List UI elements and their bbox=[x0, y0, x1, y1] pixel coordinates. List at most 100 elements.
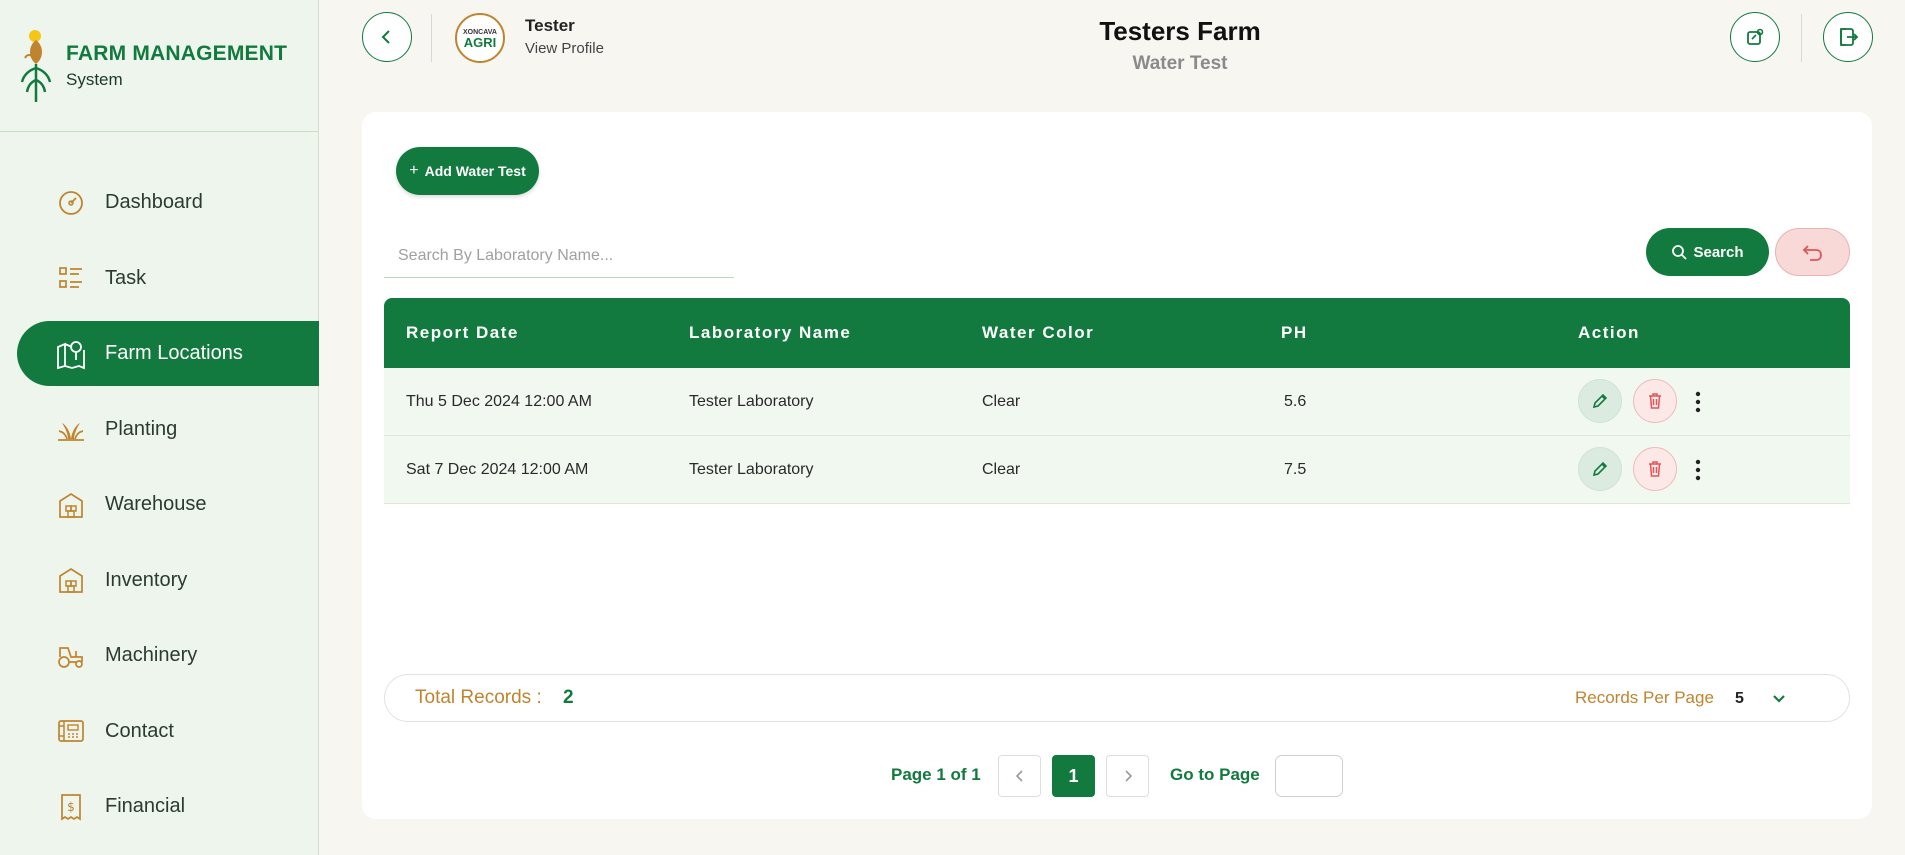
sidebar-item-machinery[interactable]: Machinery bbox=[17, 623, 319, 688]
water-test-table: Report Date Laboratory Name Water Color … bbox=[384, 298, 1850, 504]
go-to-page-input[interactable] bbox=[1275, 755, 1343, 797]
sidebar-item-financial[interactable]: $ Financial bbox=[17, 774, 319, 839]
delete-button[interactable] bbox=[1633, 379, 1677, 423]
brand-title: FARM MANAGEMENT bbox=[66, 41, 288, 65]
plant-icon bbox=[55, 413, 87, 445]
sidebar-item-label: Inventory bbox=[105, 568, 188, 591]
add-water-test-button[interactable]: + Add Water Test bbox=[396, 147, 539, 195]
sidebar-item-label: Dashboard bbox=[105, 191, 203, 213]
records-per-page-select[interactable]: 5 bbox=[1735, 685, 1795, 713]
plus-icon: + bbox=[409, 162, 419, 179]
sidebar-item-inventory[interactable]: Inventory bbox=[17, 548, 319, 613]
previous-page-button[interactable] bbox=[998, 755, 1041, 797]
sidebar-item-dashboard[interactable]: Dashboard bbox=[17, 170, 319, 235]
logout-button[interactable] bbox=[1823, 12, 1873, 62]
edit-button[interactable] bbox=[1578, 447, 1622, 491]
table-row: Thu 5 Dec 2024 12:00 AM Tester Laborator… bbox=[384, 368, 1850, 436]
water-test-card: + Add Water Test Search Report Date Labo… bbox=[362, 112, 1872, 819]
chevron-down-icon bbox=[1773, 695, 1785, 703]
inventory-icon bbox=[55, 564, 87, 596]
search-button[interactable]: Search bbox=[1646, 228, 1769, 276]
header: XONCAVA AGRI Tester View Profile Testers… bbox=[319, 0, 1905, 75]
delete-button[interactable] bbox=[1633, 447, 1677, 491]
go-to-page-label: Go to Page bbox=[1170, 765, 1260, 784]
sidebar-item-label: Planting bbox=[105, 417, 178, 440]
sidebar-item-label: Financial bbox=[105, 795, 186, 817]
sidebar-item-label: Warehouse bbox=[105, 493, 207, 515]
sidebar-item-label: Farm Locations bbox=[105, 342, 243, 364]
task-list-icon bbox=[55, 262, 87, 294]
total-records-label: Total Records : bbox=[415, 687, 542, 708]
cell-laboratory-name: Tester Laboratory bbox=[689, 392, 814, 410]
cell-report-date: Thu 5 Dec 2024 12:00 AM bbox=[406, 392, 592, 410]
sidebar-item-label: Machinery bbox=[105, 644, 198, 666]
column-header: Water Color bbox=[982, 323, 1095, 342]
column-header: PH bbox=[1281, 323, 1308, 342]
cell-water-color: Clear bbox=[982, 392, 1021, 410]
back-button[interactable] bbox=[362, 12, 412, 62]
cell-water-color: Clear bbox=[982, 460, 1021, 478]
sidebar-item-planting[interactable]: Planting bbox=[17, 397, 319, 462]
cell-laboratory-name: Tester Laboratory bbox=[689, 460, 814, 478]
warehouse-icon bbox=[55, 489, 87, 521]
wheat-logo-icon bbox=[20, 29, 52, 102]
column-header: Report Date bbox=[406, 323, 519, 342]
svg-text:$: $ bbox=[67, 800, 75, 814]
chevron-left-icon bbox=[1015, 770, 1023, 782]
records-per-page-value: 5 bbox=[1735, 690, 1744, 707]
page-button-current[interactable]: 1 bbox=[1052, 755, 1095, 797]
sidebar-item-label: Contact bbox=[105, 719, 174, 742]
share-icon bbox=[1747, 28, 1764, 45]
chevron-left-icon bbox=[381, 30, 390, 44]
kebab-menu-icon bbox=[1695, 459, 1701, 481]
search-icon bbox=[1672, 245, 1688, 260]
reset-button[interactable] bbox=[1775, 228, 1850, 276]
sidebar-item-contact[interactable]: Contact bbox=[17, 699, 319, 764]
chevron-right-icon bbox=[1124, 770, 1132, 782]
logout-icon bbox=[1840, 28, 1859, 46]
trash-icon bbox=[1649, 393, 1661, 409]
sidebar-nav: Dashboard Task Farm Locations Planting W… bbox=[0, 170, 319, 850]
page-subtitle: Water Test bbox=[1132, 53, 1228, 74]
table-header: Report Date Laboratory Name Water Color … bbox=[384, 298, 1850, 368]
page-indicator: Page 1 of 1 bbox=[891, 765, 981, 784]
next-page-button[interactable] bbox=[1106, 755, 1149, 797]
edit-button[interactable] bbox=[1578, 379, 1622, 423]
cell-report-date: Sat 7 Dec 2024 12:00 AM bbox=[406, 460, 589, 478]
sidebar: FARM MANAGEMENT System Dashboard Task Fa… bbox=[0, 0, 319, 855]
tractor-icon bbox=[55, 640, 87, 672]
dashboard-icon bbox=[55, 187, 87, 219]
add-water-test-label: Add Water Test bbox=[424, 163, 526, 179]
share-button[interactable] bbox=[1730, 12, 1780, 62]
sidebar-item-farm-locations[interactable]: Farm Locations bbox=[17, 321, 319, 386]
kebab-menu-icon bbox=[1695, 391, 1701, 413]
map-pin-icon bbox=[55, 338, 87, 370]
column-header: Action bbox=[1578, 323, 1640, 342]
avatar[interactable]: XONCAVA AGRI bbox=[455, 13, 505, 63]
more-options-button[interactable] bbox=[1688, 454, 1708, 486]
header-divider bbox=[1801, 14, 1802, 62]
brand: FARM MANAGEMENT System bbox=[0, 0, 318, 132]
avatar-text-bottom: AGRI bbox=[463, 35, 497, 50]
sidebar-item-warehouse[interactable]: Warehouse bbox=[17, 472, 319, 537]
contact-icon bbox=[55, 715, 87, 747]
records-summary-bar: Total Records : 2 Records Per Page 5 bbox=[384, 674, 1850, 722]
pencil-icon bbox=[1592, 393, 1608, 409]
sidebar-item-label: Task bbox=[105, 266, 147, 289]
financial-icon: $ bbox=[55, 791, 87, 823]
column-header: Laboratory Name bbox=[689, 323, 852, 342]
cell-ph: 7.5 bbox=[1284, 460, 1307, 478]
search-input[interactable] bbox=[384, 234, 734, 278]
trash-icon bbox=[1649, 461, 1661, 477]
brand-subtitle: System bbox=[66, 69, 123, 89]
sidebar-item-task[interactable]: Task bbox=[17, 246, 319, 311]
total-records-value: 2 bbox=[563, 687, 574, 708]
cell-ph: 5.6 bbox=[1284, 392, 1307, 410]
more-options-button[interactable] bbox=[1688, 386, 1708, 418]
view-profile-link[interactable]: View Profile bbox=[525, 40, 604, 57]
records-per-page-label: Records Per Page bbox=[1575, 688, 1714, 707]
pencil-icon bbox=[1592, 461, 1608, 477]
search-button-label: Search bbox=[1693, 243, 1744, 261]
user-name: Tester bbox=[525, 16, 575, 35]
header-divider bbox=[431, 14, 432, 62]
